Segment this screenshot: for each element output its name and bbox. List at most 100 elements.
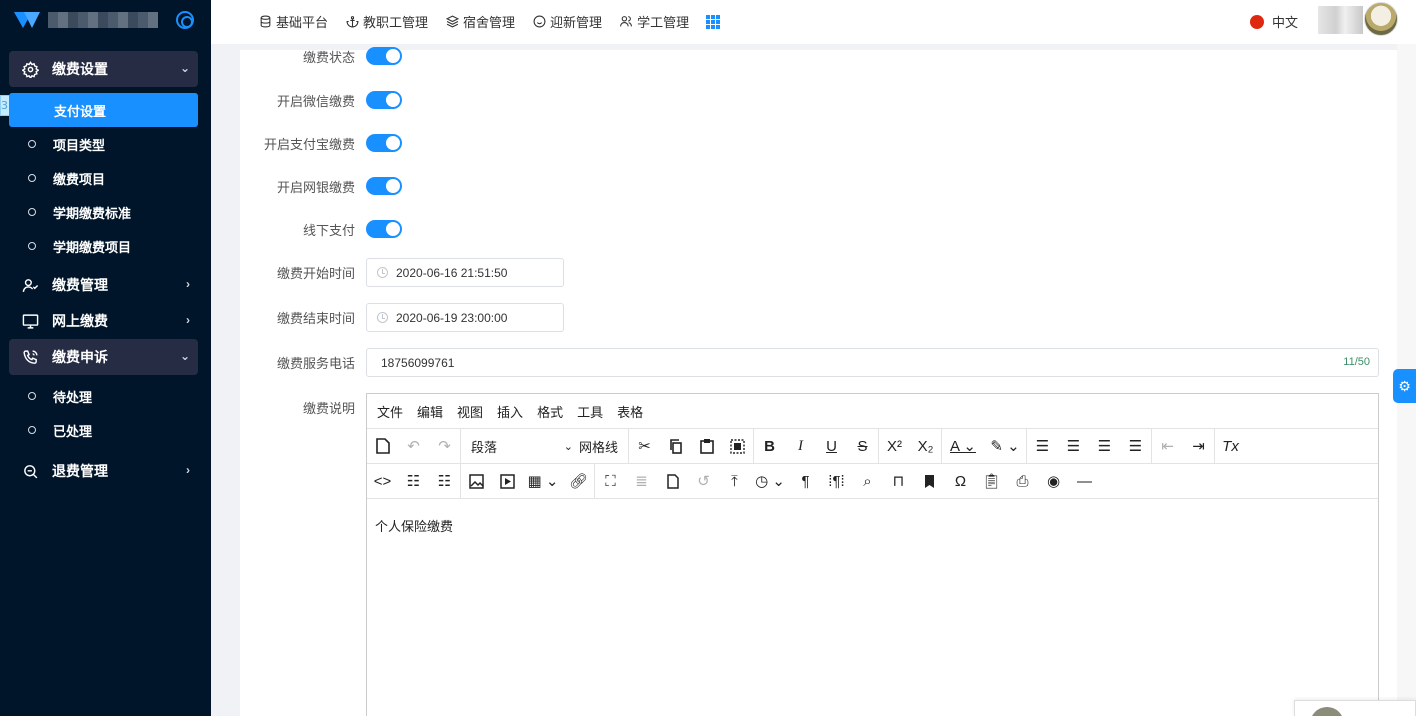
subscript-icon[interactable]: X₂ bbox=[910, 429, 941, 464]
alipay-switch[interactable] bbox=[366, 134, 402, 152]
fullscreen-icon[interactable]: ⛶ bbox=[595, 464, 626, 499]
editor-menu-file[interactable]: 文件 bbox=[377, 402, 403, 421]
table-icon[interactable]: ▦ ⌄ bbox=[523, 464, 563, 499]
phone-input[interactable]: 18756099761 11/50 bbox=[366, 348, 1379, 377]
circle-bullet-icon bbox=[28, 174, 36, 182]
numbered-list-icon[interactable]: ☷ bbox=[429, 464, 460, 499]
indent-icon[interactable]: ⇥ bbox=[1183, 429, 1214, 464]
paste-icon[interactable] bbox=[691, 429, 722, 464]
gridlines-button[interactable]: 网格线 bbox=[579, 429, 628, 464]
menu-title-refund-management[interactable]: 退费管理 › bbox=[9, 453, 198, 489]
chevron-down-icon: ⌄ bbox=[563, 440, 573, 453]
menu-title-payment-management[interactable]: 缴费管理 › bbox=[9, 267, 198, 303]
side-menu: 缴费设置 ⌄ 支付设置 项目类型 缴费项目 学期缴费标准 学期缴费项目 缴费管理… bbox=[0, 51, 211, 489]
avatar[interactable] bbox=[1364, 2, 1398, 36]
clear-format-icon[interactable]: Tx bbox=[1215, 429, 1246, 464]
copy-icon[interactable] bbox=[660, 429, 691, 464]
editor-menu-tools[interactable]: 工具 bbox=[577, 402, 603, 421]
wechat-switch[interactable] bbox=[366, 91, 402, 109]
italic-icon[interactable]: I bbox=[785, 429, 816, 464]
chevron-right-icon: › bbox=[186, 313, 190, 327]
print-icon[interactable]: ⎙ bbox=[1007, 464, 1038, 499]
status-switch[interactable] bbox=[366, 47, 402, 65]
superscript-icon[interactable]: X² bbox=[879, 429, 910, 464]
select-all-icon[interactable] bbox=[722, 429, 753, 464]
preview-icon[interactable]: ◉ bbox=[1038, 464, 1069, 499]
redo-icon[interactable]: ↷ bbox=[429, 429, 460, 464]
collapse-menu-icon[interactable] bbox=[176, 11, 194, 29]
paragraph-select[interactable]: 段落 ⌄ bbox=[461, 429, 579, 464]
editor-menu-edit[interactable]: 编辑 bbox=[417, 402, 443, 421]
end-time-value: 2020-06-19 23:00:00 bbox=[396, 310, 508, 325]
menu-item-term-standard[interactable]: 学期缴费标准 bbox=[0, 195, 211, 229]
strikethrough-icon[interactable]: S bbox=[847, 429, 878, 464]
image-icon[interactable] bbox=[461, 464, 492, 499]
source-code-icon[interactable]: <> bbox=[367, 464, 398, 499]
align-center-icon[interactable]: ☰ bbox=[1058, 429, 1089, 464]
undo-icon[interactable]: ↶ bbox=[398, 429, 429, 464]
outdent-icon[interactable]: ⇤ bbox=[1152, 429, 1183, 464]
media-icon[interactable] bbox=[492, 464, 523, 499]
phone-label: 缴费服务电话 bbox=[276, 356, 355, 371]
circle-bullet-icon bbox=[28, 140, 36, 148]
bullet-list-icon[interactable]: ☷ bbox=[398, 464, 429, 499]
menu-item-payment-config[interactable]: 支付设置 bbox=[9, 93, 198, 127]
align-right-icon[interactable]: ☰ bbox=[1089, 429, 1120, 464]
horizontal-line-icon[interactable]: — bbox=[1069, 464, 1100, 499]
align-justify-icon[interactable]: ☰ bbox=[1120, 429, 1151, 464]
paragraph-mark-icon[interactable]: ¶ bbox=[790, 464, 821, 499]
nav-item-dorm-management[interactable]: 宿舍管理 bbox=[445, 12, 515, 31]
align-left-icon[interactable]: ☰ bbox=[1027, 429, 1058, 464]
search-replace-icon[interactable]: ⌕ bbox=[852, 464, 883, 499]
underline-icon[interactable]: U bbox=[816, 429, 847, 464]
link-icon[interactable]: 🔗︎ bbox=[563, 464, 594, 499]
menu-item-pending[interactable]: 待处理 bbox=[0, 379, 211, 413]
china-flag-icon bbox=[1250, 14, 1264, 29]
editor-menu-view[interactable]: 视图 bbox=[457, 402, 483, 421]
chevron-down-icon: ⌄ bbox=[179, 349, 190, 363]
template-icon[interactable] bbox=[657, 464, 688, 499]
nav-item-student-affairs[interactable]: 学工管理 bbox=[619, 12, 689, 31]
nav-item-basic-platform[interactable]: 基础平台 bbox=[258, 12, 328, 31]
history-icon[interactable]: ↺ bbox=[688, 464, 719, 499]
menu-item-payment-project[interactable]: 缴费项目 bbox=[0, 161, 211, 195]
bold-icon[interactable]: B bbox=[754, 429, 785, 464]
upload-icon[interactable]: ⤒ bbox=[719, 464, 750, 499]
circle-bullet-icon bbox=[28, 242, 36, 250]
toc-icon[interactable]: ≣ bbox=[626, 464, 657, 499]
special-char-icon[interactable]: Ω bbox=[945, 464, 976, 499]
show-blocks-icon[interactable]: ⁞¶⁞ bbox=[821, 464, 852, 499]
bookmark-icon[interactable] bbox=[914, 464, 945, 499]
menu-item-processed[interactable]: 已处理 bbox=[0, 413, 211, 447]
gear-icon: ⚙ bbox=[1398, 377, 1411, 394]
menu-title-payment-settings[interactable]: 缴费设置 ⌄ bbox=[9, 51, 198, 87]
editor-menu-format[interactable]: 格式 bbox=[537, 402, 563, 421]
menu-item-term-project[interactable]: 学期缴费项目 bbox=[0, 229, 211, 263]
language-switch[interactable]: 中文 bbox=[1250, 12, 1298, 31]
menu-title-online-payment[interactable]: 网上缴费 › bbox=[9, 303, 198, 339]
chat-popup-corner[interactable] bbox=[1294, 700, 1416, 716]
highlight-color-icon[interactable]: ✎ ⌄ bbox=[984, 429, 1026, 464]
settings-float-button[interactable]: ⚙ bbox=[1393, 369, 1416, 403]
nav-item-staff-management[interactable]: 教职工管理 bbox=[345, 12, 428, 31]
apps-grid-button[interactable] bbox=[706, 14, 721, 29]
new-document-icon[interactable] bbox=[367, 429, 398, 464]
paste-text-icon[interactable]: 📋︎ bbox=[976, 464, 1007, 499]
bank-switch[interactable] bbox=[366, 177, 402, 195]
phone-icon bbox=[21, 348, 39, 366]
editor-content-area[interactable]: 个人保险缴费 bbox=[367, 499, 1378, 552]
cut-icon[interactable]: ✂ bbox=[629, 429, 660, 464]
start-time-input[interactable]: 2020-06-16 21:51:50 bbox=[366, 258, 564, 287]
nav-item-label: 学工管理 bbox=[637, 15, 690, 30]
offline-switch[interactable] bbox=[366, 220, 402, 238]
editor-menu-insert[interactable]: 插入 bbox=[497, 402, 523, 421]
menu-item-project-type[interactable]: 项目类型 bbox=[0, 127, 211, 161]
end-time-input[interactable]: 2020-06-19 23:00:00 bbox=[366, 303, 564, 332]
text-color-icon[interactable]: A ⌄ bbox=[942, 429, 984, 464]
nav-item-welcome-management[interactable]: 迎新管理 bbox=[532, 12, 602, 31]
menu-title-payment-appeal[interactable]: 缴费申诉 ⌄ bbox=[9, 339, 198, 375]
insert-time-icon[interactable]: ◷ ⌄ bbox=[750, 464, 790, 499]
editor-menu-table[interactable]: 表格 bbox=[617, 402, 643, 421]
username-redacted[interactable] bbox=[1318, 6, 1363, 34]
page-break-icon[interactable]: ⊓ bbox=[883, 464, 914, 499]
